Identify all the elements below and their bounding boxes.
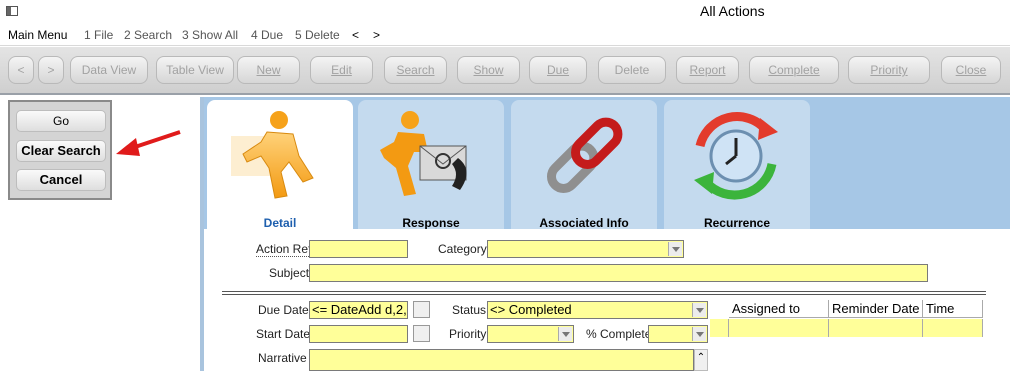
new-button[interactable]: New (237, 56, 300, 84)
app-window-icon[interactable] (6, 6, 18, 16)
edit-button[interactable]: Edit (310, 56, 373, 84)
grid-row-selector[interactable] (710, 319, 729, 337)
action-ref-label: Action Ref (256, 242, 312, 257)
tab-recurrence-label: Recurrence (703, 216, 771, 230)
priority-dropdown[interactable] (487, 325, 574, 343)
clear-search-button[interactable]: Clear Search (16, 140, 106, 162)
due-button[interactable]: Due (529, 56, 587, 84)
menu-bar: Main Menu 1 File 2 Search 3 Show All 4 D… (0, 24, 1010, 46)
divider-line (222, 294, 986, 295)
menu-search[interactable]: 2 Search (124, 28, 172, 42)
report-button[interactable]: Report (676, 56, 739, 84)
table-view-button[interactable]: Table View (156, 56, 234, 84)
divider-line (222, 291, 986, 292)
window-title: All Actions (700, 3, 765, 19)
date-lookup-icon[interactable] (413, 325, 430, 342)
narrative-scroll-up-icon[interactable]: ⌃ (694, 349, 708, 371)
status-label: Status (452, 303, 487, 317)
delete-button[interactable]: Delete (598, 56, 666, 84)
data-view-button[interactable]: Data View (70, 56, 148, 84)
status-value: <> Completed (490, 302, 572, 317)
time-cell[interactable] (923, 319, 983, 337)
cancel-button[interactable]: Cancel (16, 169, 106, 191)
toolbar: < > Data View Table View New Edit Search… (0, 47, 1010, 95)
chain-link-icon (546, 117, 623, 194)
due-date-label: Due Date (258, 303, 309, 317)
menu-back[interactable]: < (352, 28, 359, 42)
menu-due[interactable]: 4 Due (251, 28, 283, 42)
next-record-button[interactable]: > (38, 56, 64, 84)
narrative-label: Narrative (258, 351, 307, 365)
category-label: Category (438, 242, 487, 256)
action-ref-field[interactable] (309, 240, 408, 258)
column-header-time[interactable]: Time (923, 300, 983, 318)
red-arrow-icon (116, 130, 181, 156)
status-dropdown[interactable]: <> Completed (487, 301, 708, 319)
chevron-down-icon[interactable] (692, 303, 706, 317)
priority-button[interactable]: Priority (848, 56, 930, 84)
tab-detail-label: Detail (263, 216, 297, 230)
close-button[interactable]: Close (941, 56, 1001, 84)
chevron-down-icon[interactable] (692, 327, 706, 341)
menu-delete[interactable]: 5 Delete (295, 28, 340, 42)
menu-show-all[interactable]: 3 Show All (182, 28, 238, 42)
search-button[interactable]: Search (384, 56, 447, 84)
menu-forward[interactable]: > (373, 28, 380, 42)
menu-file[interactable]: 1 File (84, 28, 113, 42)
column-header-reminder-date[interactable]: Reminder Date (829, 300, 923, 318)
subject-field[interactable] (309, 264, 928, 282)
running-man-icon (231, 111, 314, 199)
assigned-to-cell[interactable] (729, 319, 829, 337)
subject-label: Subject (269, 266, 310, 280)
start-date-field[interactable] (309, 325, 408, 343)
recurring-clock-icon (694, 112, 778, 200)
start-date-label: Start Date (256, 327, 311, 341)
chevron-down-icon[interactable] (558, 327, 572, 341)
tab-recurrence[interactable]: Recurrence (664, 100, 810, 230)
tab-associated-info-label: Associated Info (539, 216, 629, 230)
chevron-down-icon[interactable] (668, 242, 682, 256)
date-lookup-icon[interactable] (413, 301, 430, 318)
category-dropdown[interactable] (487, 240, 684, 258)
tab-response[interactable]: Response (358, 100, 504, 230)
go-button[interactable]: Go (16, 110, 106, 132)
due-date-field[interactable]: <= DateAdd d,2,' (309, 301, 408, 319)
show-button[interactable]: Show (457, 56, 520, 84)
prev-record-button[interactable]: < (8, 56, 34, 84)
priority-label: Priority (449, 327, 487, 341)
menu-main-menu[interactable]: Main Menu (8, 28, 67, 42)
tab-response-label: Response (402, 216, 460, 230)
percent-complete-dropdown[interactable] (648, 325, 708, 343)
search-panel: Go Clear Search Cancel (8, 100, 112, 200)
reminder-date-cell[interactable] (829, 319, 923, 337)
column-header-assigned-to[interactable]: Assigned to (729, 300, 829, 318)
percent-complete-label: % Complete (586, 327, 652, 341)
complete-button[interactable]: Complete (749, 56, 839, 84)
tab-associated-info[interactable]: Associated Info (511, 100, 657, 230)
running-man-phone-icon (380, 111, 467, 196)
tab-detail[interactable]: Detail (207, 100, 353, 230)
narrative-field[interactable] (309, 349, 694, 371)
